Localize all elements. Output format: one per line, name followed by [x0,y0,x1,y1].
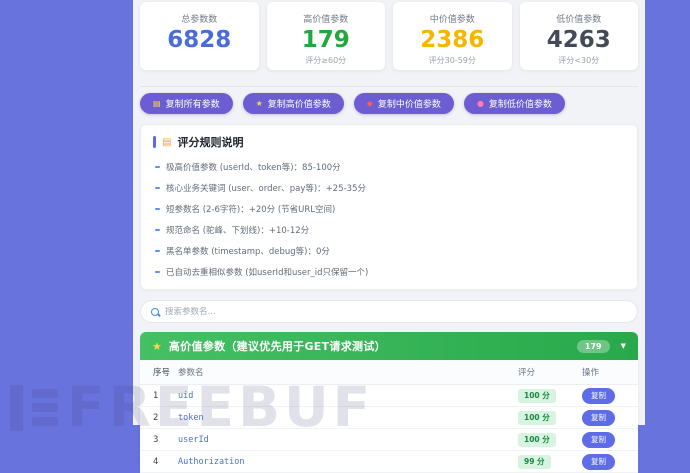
col-action: 操作 [582,368,600,378]
stats-row: 总参数数 6828 高价值参数 179 评分≥60分 中价值参数 2386 评分… [140,2,638,70]
copy-toolbar: ▤ 复制所有参数 ★ 复制高价值参数 ◆ 复制中价值参数 ● 复制低价值参数 [140,86,638,114]
high-value-section: ★ 高价值参数（建议优先用于GET请求测试） 179 ▼ 序号 参数名 评分 操… [140,332,638,473]
copy-medium-label: 复制中价值参数 [377,100,441,110]
copy-high-button[interactable]: ★ 复制高价值参数 [242,93,344,114]
copy-low-label: 复制低价值参数 [488,100,552,110]
col-score: 评分 [518,368,536,378]
rule-item: 黑名单参数 (timestamp、debug等)：0分 [153,240,625,261]
row-index: 2 [153,412,159,423]
scoring-rules-card: ▤ 评分规则说明 极高价值参数 (userId、token等)：85-100分 … [140,124,638,290]
row-index: 1 [153,390,159,401]
row-copy-button[interactable]: 复制 [582,409,615,426]
copy-all-button[interactable]: ▤ 复制所有参数 [140,93,233,114]
table-row: 2 token 100 分 复制 [140,407,638,429]
stat-note: 评分≥60分 [305,56,347,65]
table-row: 4 Authorization 99 分 复制 [140,451,638,473]
score-badge: 100 分 [518,410,556,425]
rule-item: 已自动去重相似参数 (如userId和user_id只保留一个) [153,261,625,282]
round-pushpin-icon: ● [476,98,484,108]
score-badge: 99 分 [518,454,551,469]
param-name: token [178,412,204,423]
copy-low-button[interactable]: ● 复制低价值参数 [463,93,565,114]
stat-card-medium: 中价值参数 2386 评分30-59分 [393,2,512,70]
stat-value: 2386 [420,27,485,53]
row-index: 3 [153,434,159,445]
main-content: 总参数数 6828 高价值参数 179 评分≥60分 中价值参数 2386 评分… [133,0,645,473]
watermark-logo-lines [32,389,58,426]
section-title: 高价值参数（建议优先用于GET请求测试） [168,340,386,353]
row-copy-button[interactable]: 复制 [582,387,615,404]
rule-item: 核心业务关键词 (user、order、pay等)：+25-35分 [153,177,625,198]
rule-item: 极高价值参数 (userId、token等)：85-100分 [153,156,625,177]
stat-note: 评分<30分 [558,56,600,65]
copy-all-label: 复制所有参数 [165,100,220,110]
star-icon: ★ [255,98,263,108]
param-name: uid [178,390,194,401]
param-name: userId [178,434,209,445]
rules-title: 评分规则说明 [177,136,244,149]
stat-label: 高价值参数 [303,15,349,25]
stat-note: 评分30-59分 [428,56,476,65]
score-badge: 100 分 [518,388,556,403]
stat-value: 179 [301,27,350,53]
copy-medium-button[interactable]: ◆ 复制中价值参数 [353,93,454,114]
rule-item: 规范命名 (驼峰、下划线)：+10-12分 [153,219,625,240]
score-badge: 100 分 [518,432,556,447]
row-index: 4 [153,456,159,467]
row-copy-button[interactable]: 复制 [582,453,615,470]
rule-item: 短参数名 (2-6字符)：+20分 (节省URL空间) [153,198,625,219]
copy-high-label: 复制高价值参数 [267,100,331,110]
stat-card-low: 低价值参数 4263 评分<30分 [519,2,638,70]
count-badge: 179 [576,339,610,353]
memo-icon: ▤ [162,136,172,148]
stat-label: 总参数数 [181,15,218,25]
param-name: Authorization [178,456,245,467]
star-icon: ★ [152,339,162,353]
clipboard-icon: ▤ [153,98,161,108]
rules-title-row: ▤ 评分规则说明 [153,134,625,150]
col-index: 序号 [153,368,171,378]
rules-list: 极高价值参数 (userId、token等)：85-100分 核心业务关键词 (… [153,156,625,282]
table-row: 1 uid 100 分 复制 [140,385,638,407]
stat-value: 6828 [167,27,232,53]
table-header: 序号 参数名 评分 操作 [140,360,638,385]
search-bar [140,300,638,323]
stat-card-high: 高价值参数 179 评分≥60分 [266,2,385,70]
stat-value: 4263 [546,27,611,53]
accent-bar [153,136,156,148]
stat-label: 低价值参数 [556,15,602,25]
pushpin-icon: ◆ [366,98,373,108]
chevron-down-icon: ▼ [620,342,626,350]
search-icon [151,307,159,316]
stat-card-total: 总参数数 6828 [140,2,259,70]
watermark-logo-bar [10,384,23,431]
stat-label: 中价值参数 [429,15,475,25]
section-header[interactable]: ★ 高价值参数（建议优先用于GET请求测试） 179 ▼ [140,332,638,360]
table-row: 3 userId 100 分 复制 [140,429,638,451]
col-name: 参数名 [178,368,204,378]
row-copy-button[interactable]: 复制 [582,431,615,448]
search-input[interactable] [165,306,627,317]
